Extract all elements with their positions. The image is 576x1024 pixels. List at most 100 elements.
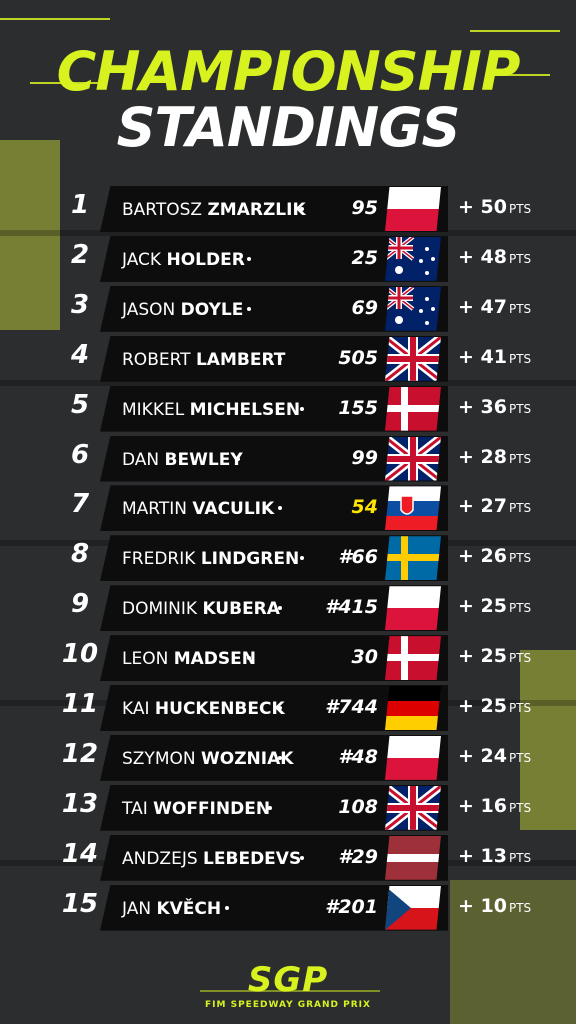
germany-flag-icon bbox=[385, 686, 441, 730]
rank-number: 9 bbox=[70, 589, 90, 620]
standing-row: 8 FREDRIK LINDGREN #66 + 26 PTS bbox=[60, 535, 540, 582]
separator-dot bbox=[299, 207, 304, 211]
rider-first-name: FREDRIK bbox=[122, 549, 196, 570]
rider-last-name: DOYLE bbox=[180, 299, 244, 320]
points: + 16 PTS bbox=[458, 795, 531, 817]
rider-number: 108 bbox=[338, 795, 378, 818]
rider-first-name: KAI bbox=[122, 699, 150, 719]
title-line-1: CHAMPIONSHIP bbox=[56, 40, 521, 103]
rider-number: 155 bbox=[338, 396, 378, 419]
points: + 36 PTS bbox=[458, 396, 531, 418]
poland-flag-icon bbox=[385, 586, 441, 631]
rider-name: FREDRIK LINDGREN bbox=[122, 549, 299, 569]
rider-last-name: LEBEDEVS bbox=[203, 848, 302, 869]
rider-number: #201 bbox=[325, 895, 378, 918]
points: + 50 PTS bbox=[458, 196, 531, 218]
separator-dot bbox=[299, 556, 304, 561]
points-unit: PTS bbox=[508, 800, 532, 815]
standing-row: 15 JAN KVĚCH #201 + 10 PTS bbox=[60, 884, 540, 931]
rider-name: ROBERT LAMBERT bbox=[122, 350, 285, 370]
standing-row: 7 MARTIN VACULIK 54 + 27 PTS bbox=[60, 485, 540, 532]
rider-last-name: LAMBERT bbox=[195, 349, 286, 370]
uk-flag-icon bbox=[385, 336, 441, 381]
standing-row: 4 ROBERT LAMBERT 505 + 41 PTS bbox=[60, 335, 540, 382]
rider-number: 25 bbox=[351, 246, 378, 269]
points-value: + 24 bbox=[458, 744, 507, 767]
points-value: + 47 bbox=[458, 295, 507, 318]
points: + 26 PTS bbox=[458, 545, 531, 567]
sgp-tagline: FIM SPEEDWAY GRAND PRIX bbox=[205, 1000, 371, 1010]
latvia-flag-icon bbox=[385, 835, 441, 880]
points: + 41 PTS bbox=[458, 346, 531, 368]
standing-row: 12 SZYMON WOZNIAK #48 + 24 PTS bbox=[60, 734, 540, 781]
standing-row: 1 BARTOSZ ZMARZLIK 95 + 50 PTS bbox=[60, 186, 540, 232]
rider-first-name: JASON bbox=[122, 299, 176, 320]
points: + 25 PTS bbox=[458, 595, 531, 617]
points-value: + 16 bbox=[458, 794, 507, 817]
rider-number: #29 bbox=[338, 845, 378, 868]
rider-last-name: LINDGREN bbox=[200, 549, 300, 570]
standing-row: 13 TAI WOFFINDEN 108 + 16 PTS bbox=[60, 784, 540, 831]
points-value: + 27 bbox=[458, 495, 507, 518]
sweden-flag-icon bbox=[385, 536, 441, 581]
rider-number: 95 bbox=[351, 197, 378, 219]
standing-row: 2 JACK HOLDER 25 + 48 PTS bbox=[60, 235, 540, 282]
points-unit: PTS bbox=[508, 451, 532, 466]
rider-first-name: DOMINIK bbox=[122, 599, 198, 620]
rider-last-name: VACULIK bbox=[192, 499, 275, 520]
points: + 28 PTS bbox=[458, 446, 531, 468]
separator-dot bbox=[236, 456, 240, 461]
rider-name: SZYMON WOZNIAK bbox=[122, 749, 293, 769]
points-value: + 48 bbox=[458, 245, 507, 268]
points-value: + 41 bbox=[458, 345, 507, 368]
rider-number: 505 bbox=[338, 346, 378, 369]
points: + 47 PTS bbox=[458, 296, 531, 318]
points: + 24 PTS bbox=[458, 745, 531, 767]
separator-dot bbox=[299, 406, 304, 411]
rider-first-name: JACK bbox=[122, 249, 162, 270]
rider-name: JACK HOLDER bbox=[122, 250, 245, 270]
rider-last-name: HUCKENBECK bbox=[154, 699, 285, 719]
rank-number: 7 bbox=[70, 489, 90, 520]
rider-last-name: HOLDER bbox=[166, 249, 245, 270]
points-value: + 25 bbox=[458, 645, 507, 668]
points-value: + 25 bbox=[458, 695, 507, 717]
rank-number: 8 bbox=[70, 539, 90, 570]
separator-dot bbox=[246, 306, 251, 311]
rider-first-name: TAI bbox=[122, 798, 148, 819]
rank-number: 2 bbox=[70, 239, 90, 270]
australia-flag-icon bbox=[385, 286, 441, 331]
points-unit: PTS bbox=[508, 301, 532, 316]
points-unit: PTS bbox=[508, 351, 532, 366]
rider-number: 69 bbox=[351, 296, 378, 319]
points-unit: PTS bbox=[508, 551, 532, 566]
poland-flag-icon bbox=[385, 187, 441, 231]
rider-number: #48 bbox=[338, 745, 378, 768]
uk-flag-icon bbox=[385, 436, 441, 481]
points-value: + 26 bbox=[458, 545, 507, 568]
denmark-flag-icon bbox=[385, 636, 441, 681]
rider-last-name: BEWLEY bbox=[164, 449, 243, 470]
slovakia-flag-icon bbox=[385, 486, 441, 531]
standing-row: 10 LEON MADSEN 30 + 25 PTS bbox=[60, 635, 540, 682]
points-value: + 50 bbox=[458, 196, 507, 218]
separator-dot bbox=[246, 656, 251, 661]
points-unit: PTS bbox=[508, 251, 532, 266]
separator-dot bbox=[278, 606, 283, 611]
points-unit: PTS bbox=[508, 601, 532, 616]
rank-number: 11 bbox=[61, 689, 99, 719]
rider-name: BARTOSZ ZMARZLIK bbox=[122, 200, 306, 220]
rider-first-name: BARTOSZ bbox=[122, 200, 203, 220]
points-unit: PTS bbox=[508, 701, 532, 715]
points-unit: PTS bbox=[508, 651, 532, 666]
standing-row: 3 JASON DOYLE 69 + 47 PTS bbox=[60, 285, 540, 332]
rider-last-name: MADSEN bbox=[173, 649, 256, 670]
rider-first-name: SZYMON bbox=[122, 748, 196, 769]
points-value: + 10 bbox=[458, 894, 507, 917]
points-unit: PTS bbox=[508, 850, 532, 865]
rank-number: 5 bbox=[70, 389, 90, 420]
rider-last-name: WOFFINDEN bbox=[153, 798, 271, 819]
rider-name: MARTIN VACULIK bbox=[122, 499, 274, 519]
separator-dot bbox=[246, 256, 251, 261]
rider-number: 30 bbox=[351, 646, 378, 669]
